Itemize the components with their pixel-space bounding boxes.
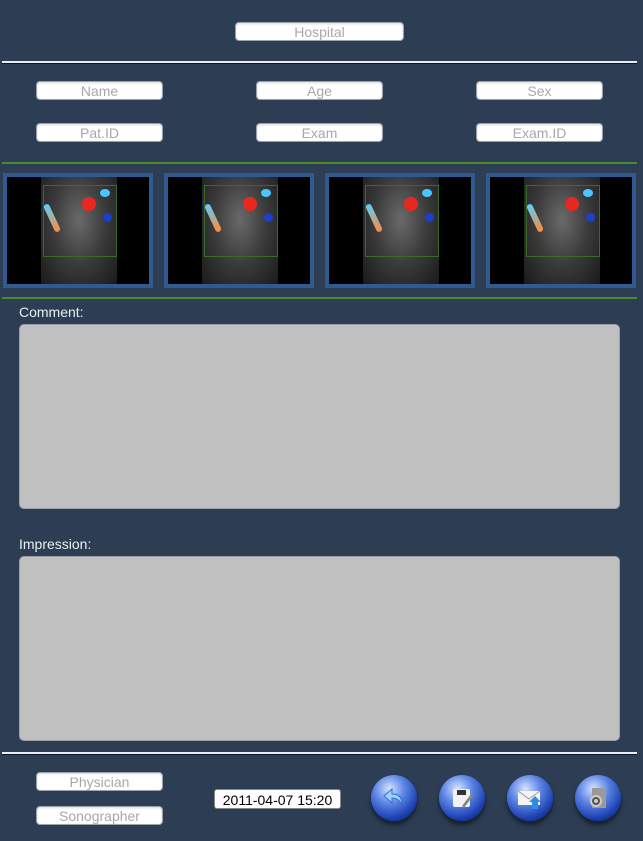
ultrasound-image	[329, 177, 471, 284]
impression-label: Impression:	[19, 536, 92, 552]
ultrasound-image	[168, 177, 310, 284]
ultrasound-image-2[interactable]	[164, 173, 314, 288]
datetime-display: 2011-04-07 15:20	[214, 789, 341, 809]
ultrasound-image-3[interactable]	[325, 173, 475, 288]
email-button[interactable]	[507, 775, 553, 821]
ultrasound-image	[490, 177, 632, 284]
settings-icon	[590, 788, 606, 808]
sex-field[interactable]: Sex	[476, 81, 603, 100]
exam-field[interactable]: Exam	[256, 123, 383, 142]
settings-button[interactable]	[575, 775, 621, 821]
ultrasound-image	[7, 177, 149, 284]
email-send-icon	[517, 790, 541, 809]
comment-label: Comment:	[19, 304, 84, 320]
ultrasound-image-4[interactable]	[486, 173, 636, 288]
age-field[interactable]: Age	[256, 81, 383, 100]
patient-id-field[interactable]: Pat.ID	[36, 123, 163, 142]
divider	[2, 61, 637, 64]
back-button[interactable]	[371, 775, 417, 821]
name-field[interactable]: Name	[36, 81, 163, 100]
sonographer-field[interactable]: Sonographer	[36, 806, 163, 825]
divider	[2, 752, 637, 755]
comment-textarea[interactable]	[19, 324, 620, 509]
exam-id-field[interactable]: Exam.ID	[476, 123, 603, 142]
ultrasound-image-1[interactable]	[3, 173, 153, 288]
hospital-field[interactable]: Hospital	[235, 22, 404, 41]
back-arrow-icon	[383, 787, 403, 806]
divider	[2, 297, 637, 299]
physician-field[interactable]: Physician	[36, 772, 163, 791]
save-edit-icon	[453, 789, 473, 808]
divider	[2, 162, 637, 164]
save-button[interactable]	[439, 775, 485, 821]
impression-textarea[interactable]	[19, 556, 620, 741]
